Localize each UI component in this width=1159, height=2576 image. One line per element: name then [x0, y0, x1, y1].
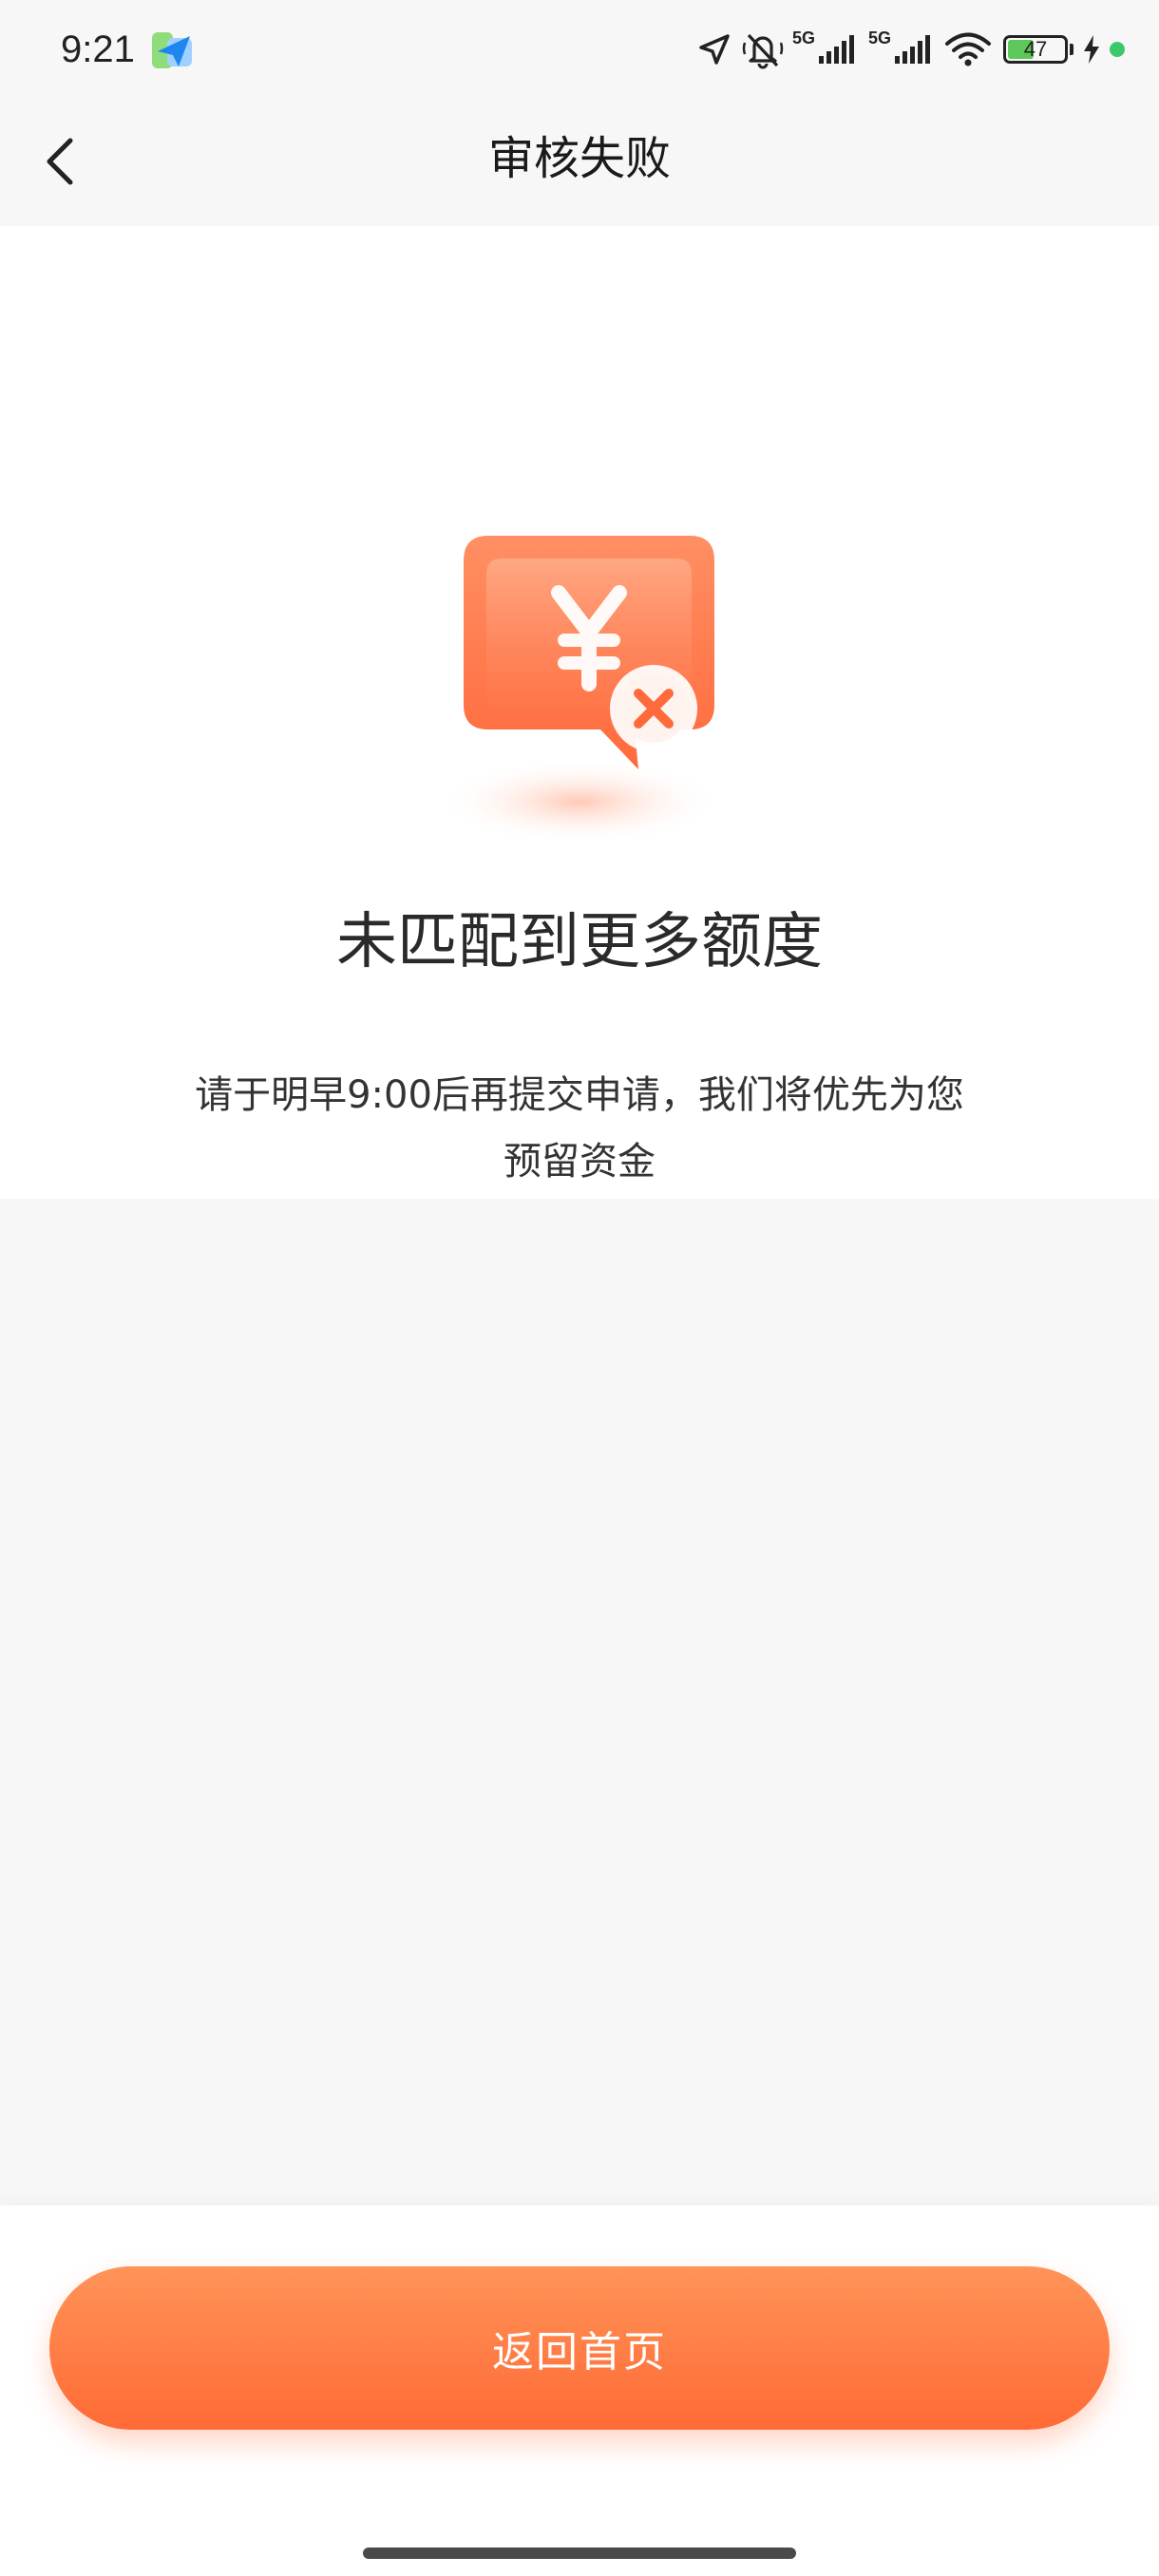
result-title: 未匹配到更多额度	[336, 907, 823, 977]
location-icon	[695, 30, 733, 68]
status-dot	[1110, 42, 1125, 57]
bottom-action-bar: 返回首页	[0, 2206, 1159, 2576]
network-type-label: 5G	[791, 28, 815, 47]
status-bar: 9:21 5G 5G 47	[0, 0, 1159, 95]
nav-bar: 审核失败	[0, 95, 1159, 226]
result-card: 未匹配到更多额度 请于明早9:00后再提交申请，我们将优先为您预留资金	[0, 226, 1159, 1199]
status-time: 9:21	[61, 28, 135, 70]
signal-icon	[817, 33, 861, 66]
wifi-icon	[944, 31, 992, 67]
silent-icon	[741, 29, 785, 69]
battery-level: 47	[1023, 37, 1048, 61]
battery-icon: 47	[1003, 35, 1068, 64]
return-home-button[interactable]: 返回首页	[49, 2266, 1110, 2430]
signal-icon	[893, 33, 937, 66]
yuan-rejected-icon	[437, 536, 722, 844]
battery-cap	[1070, 44, 1074, 55]
app-notification-icon	[150, 28, 196, 72]
charging-icon	[1081, 33, 1102, 66]
page-title: 审核失败	[487, 132, 671, 185]
status-icons: 5G 5G 47	[695, 25, 1125, 74]
result-description: 请于明早9:00后再提交申请，我们将优先为您预留资金	[195, 1073, 964, 1184]
home-indicator[interactable]	[363, 2548, 796, 2559]
network-type-label: 5G	[867, 28, 891, 47]
